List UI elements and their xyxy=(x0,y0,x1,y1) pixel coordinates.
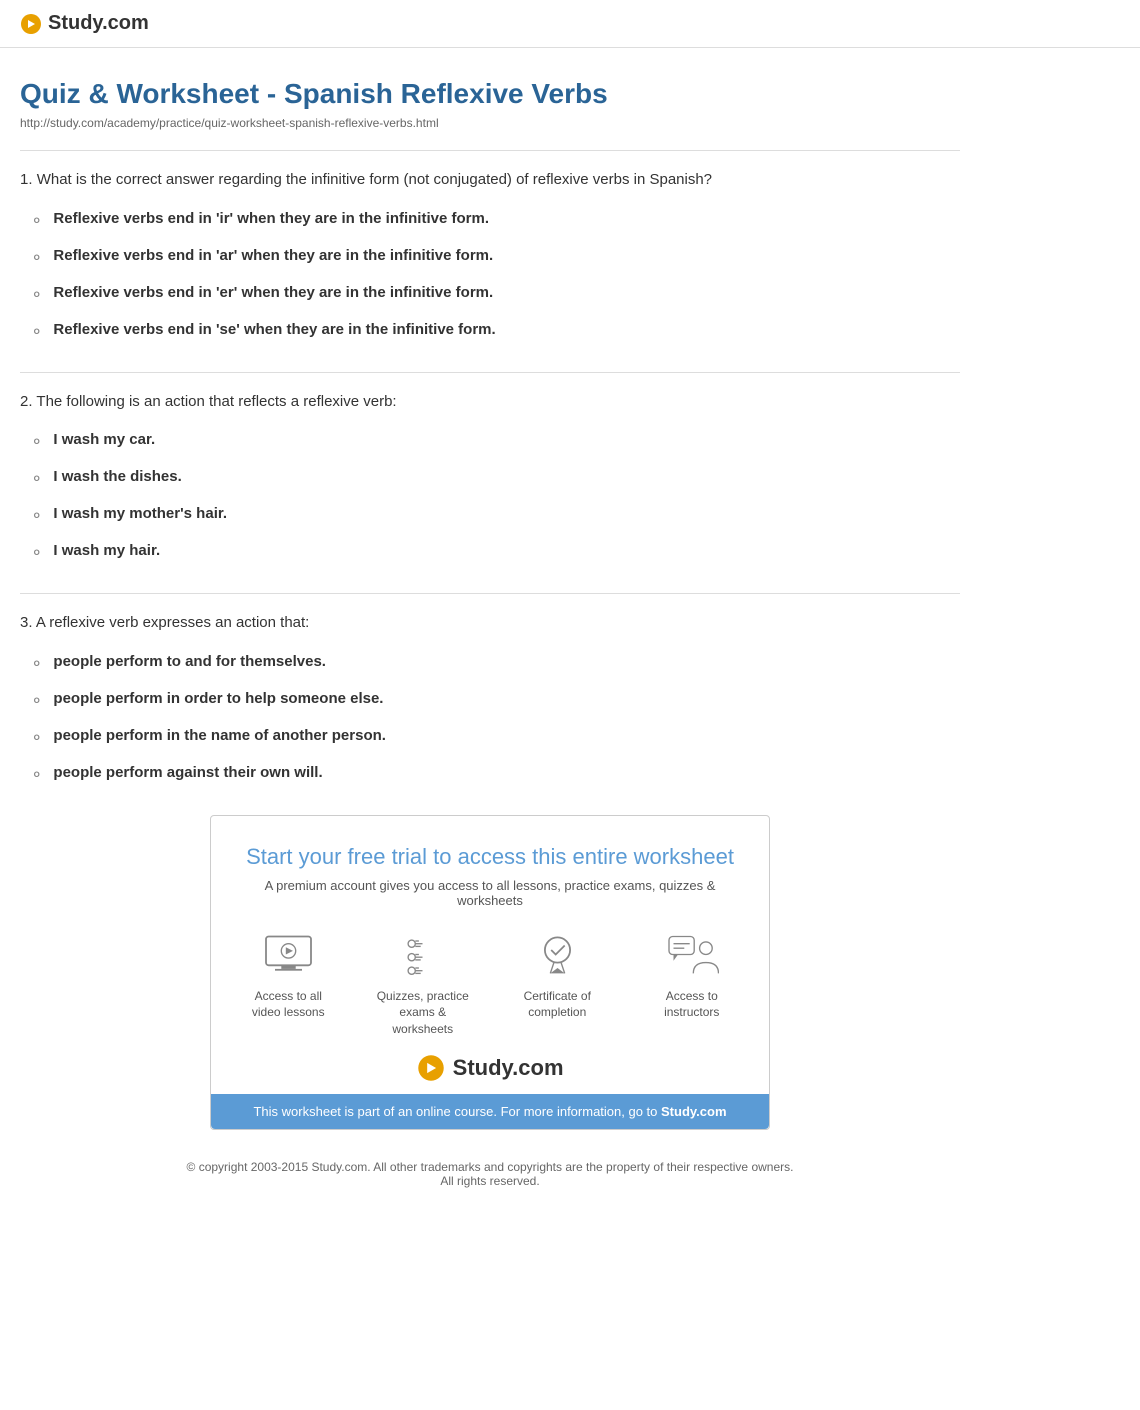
main-content: Quiz & Worksheet - Spanish Reflexive Ver… xyxy=(0,48,980,1218)
q1-answer-2-text: Reflexive verbs end in 'ar' when they ar… xyxy=(53,247,493,264)
q3-answer-4-text: people perform against their own will. xyxy=(53,764,322,781)
logo-icon xyxy=(20,13,42,35)
cta-title: Start your free trial to access this ent… xyxy=(241,844,739,870)
cta-banner-text: This worksheet is part of an online cour… xyxy=(253,1104,661,1119)
cta-subtitle: A premium account gives you access to al… xyxy=(241,878,739,908)
q2-answer-2-text: I wash the dishes. xyxy=(53,468,181,485)
question-3-text: 3. A reflexive verb expresses an action … xyxy=(20,612,960,635)
q3-answer-1-text: people perform to and for themselves. xyxy=(53,653,326,670)
feature-certificate: Certificate ofcompletion xyxy=(510,930,605,1038)
radio-icon: ⚬ xyxy=(30,691,43,711)
logo[interactable]: Study.com xyxy=(20,12,1120,35)
question-3: 3. A reflexive verb expresses an action … xyxy=(20,612,960,785)
page-url: http://study.com/academy/practice/quiz-w… xyxy=(20,116,960,130)
radio-icon: ⚬ xyxy=(30,543,43,563)
cta-box: Start your free trial to access this ent… xyxy=(210,815,770,1130)
monitor-icon xyxy=(258,930,318,980)
radio-icon: ⚬ xyxy=(30,469,43,489)
feature-quizzes: Quizzes, practiceexams & worksheets xyxy=(376,930,471,1038)
cta-banner-link[interactable]: Study.com xyxy=(661,1104,727,1119)
question-2-text: 2. The following is an action that refle… xyxy=(20,391,960,414)
logo-name: Study.com xyxy=(48,12,149,34)
list-icon xyxy=(393,930,453,980)
q1-answer-3-text: Reflexive verbs end in 'er' when they ar… xyxy=(53,284,493,301)
radio-icon: ⚬ xyxy=(30,211,43,231)
cta-logo-text: Study.com xyxy=(453,1055,564,1080)
q2-answer-3-text: I wash my mother's hair. xyxy=(53,505,227,522)
feature-certificate-label: Certificate ofcompletion xyxy=(524,988,591,1022)
cta-logo-row: Study.com xyxy=(241,1054,739,1082)
cta-features-row: Access to allvideo lessons xyxy=(241,930,739,1038)
q1-answer-4-text: Reflexive verbs end in 'se' when they ar… xyxy=(53,321,495,338)
q3-body: A reflexive verb expresses an action tha… xyxy=(36,614,309,631)
feature-instructors-label: Access toinstructors xyxy=(664,988,719,1022)
page-title: Quiz & Worksheet - Spanish Reflexive Ver… xyxy=(20,78,960,110)
q2-answer-4-text: I wash my hair. xyxy=(53,542,160,559)
radio-icon: ⚬ xyxy=(30,654,43,674)
question-2: 2. The following is an action that refle… xyxy=(20,391,960,564)
q1-answer-1[interactable]: ⚬ Reflexive verbs end in 'ir' when they … xyxy=(20,210,960,231)
footer: © copyright 2003-2015 Study.com. All oth… xyxy=(20,1150,960,1198)
question-1-text: 1. What is the correct answer regarding … xyxy=(20,169,960,192)
radio-icon: ⚬ xyxy=(30,432,43,452)
radio-icon: ⚬ xyxy=(30,765,43,785)
cta-logo-icon xyxy=(417,1054,445,1082)
q1-body: What is the correct answer regarding the… xyxy=(37,171,712,188)
q3-answer-3[interactable]: ⚬ people perform in the name of another … xyxy=(20,727,960,748)
q2-body: The following is an action that reflects… xyxy=(36,393,396,410)
q2-answer-4[interactable]: ⚬ I wash my hair. xyxy=(20,542,960,563)
footer-copyright: © copyright 2003-2015 Study.com. All oth… xyxy=(30,1160,950,1174)
q3-answer-4[interactable]: ⚬ people perform against their own will. xyxy=(20,764,960,785)
instructor-icon xyxy=(662,930,722,980)
q3-answer-2[interactable]: ⚬ people perform in order to help someon… xyxy=(20,690,960,711)
q3-answer-1[interactable]: ⚬ people perform to and for themselves. xyxy=(20,653,960,674)
q2-answer-3[interactable]: ⚬ I wash my mother's hair. xyxy=(20,505,960,526)
feature-instructors: Access toinstructors xyxy=(645,930,740,1038)
radio-icon: ⚬ xyxy=(30,322,43,342)
radio-icon: ⚬ xyxy=(30,506,43,526)
radio-icon: ⚬ xyxy=(30,248,43,268)
q3-answer-3-text: people perform in the name of another pe… xyxy=(53,727,386,744)
radio-icon: ⚬ xyxy=(30,285,43,305)
q2-answer-1[interactable]: ⚬ I wash my car. xyxy=(20,431,960,452)
q2-answer-2[interactable]: ⚬ I wash the dishes. xyxy=(20,468,960,489)
feature-quizzes-label: Quizzes, practiceexams & worksheets xyxy=(376,988,471,1038)
q1-answer-2[interactable]: ⚬ Reflexive verbs end in 'ar' when they … xyxy=(20,247,960,268)
q3-number: 3 xyxy=(20,614,28,631)
q1-answer-4[interactable]: ⚬ Reflexive verbs end in 'se' when they … xyxy=(20,321,960,342)
q1-number: 1 xyxy=(20,171,28,188)
q1-answer-3[interactable]: ⚬ Reflexive verbs end in 'er' when they … xyxy=(20,284,960,305)
cta-banner: This worksheet is part of an online cour… xyxy=(211,1094,769,1129)
header: Study.com xyxy=(0,0,1140,48)
radio-icon: ⚬ xyxy=(30,728,43,748)
q1-answer-1-text: Reflexive verbs end in 'ir' when they ar… xyxy=(53,210,489,227)
q2-number: 2 xyxy=(20,393,28,410)
feature-video: Access to allvideo lessons xyxy=(241,930,336,1038)
logo-text: Study.com xyxy=(48,12,149,35)
q3-answer-2-text: people perform in order to help someone … xyxy=(53,690,383,707)
divider-q2 xyxy=(20,593,960,594)
divider-q1 xyxy=(20,372,960,373)
certificate-icon xyxy=(527,930,587,980)
question-1: 1. What is the correct answer regarding … xyxy=(20,169,960,342)
footer-rights: All rights reserved. xyxy=(30,1174,950,1188)
q2-answer-1-text: I wash my car. xyxy=(53,431,155,448)
feature-video-label: Access to allvideo lessons xyxy=(252,988,325,1022)
divider-top xyxy=(20,150,960,151)
